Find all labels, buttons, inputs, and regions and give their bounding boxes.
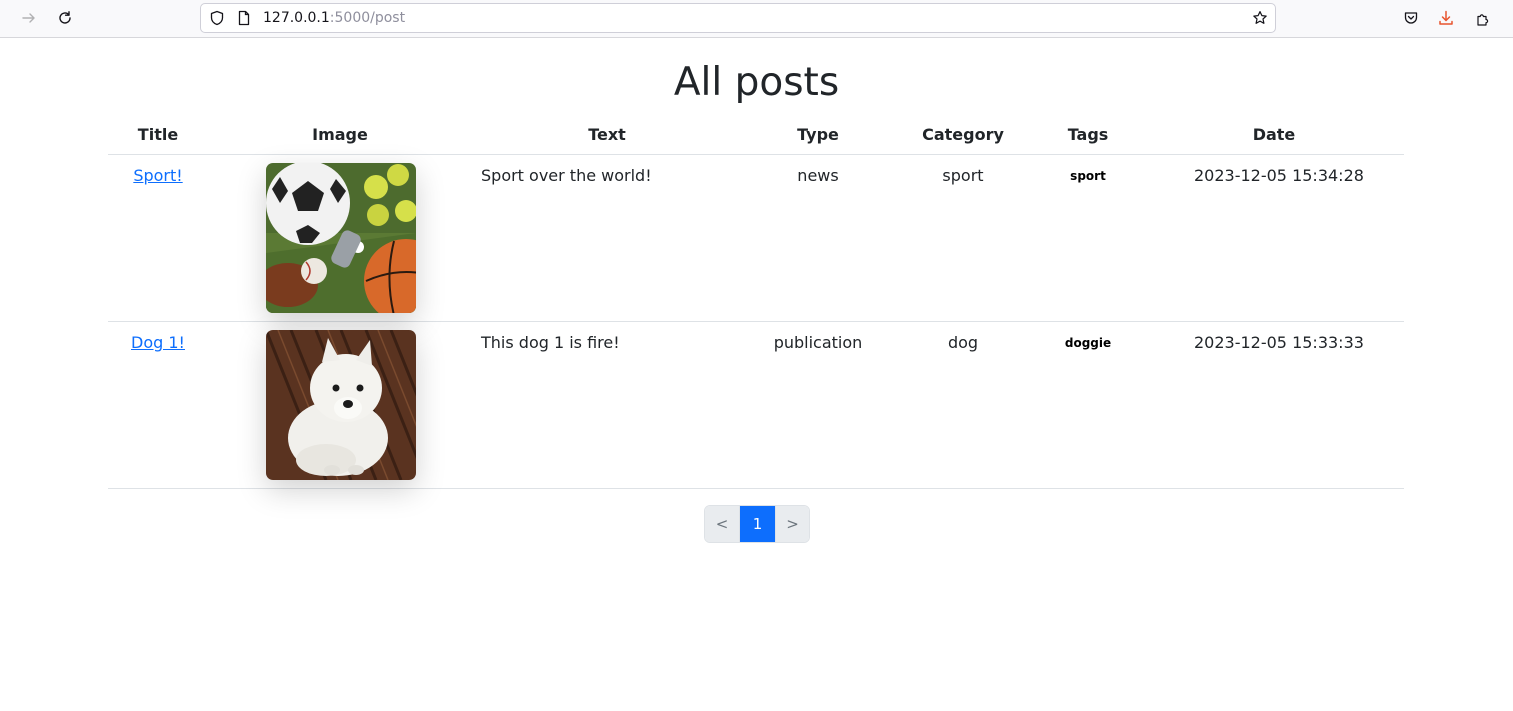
next-page-button[interactable]: > <box>775 506 809 542</box>
url-bar[interactable]: 127.0.0.1:5000/post <box>200 3 1276 33</box>
forward-arrow-icon[interactable] <box>16 5 42 31</box>
sports-balls-image <box>266 163 416 313</box>
url-host: 127.0.0.1 <box>263 10 330 26</box>
post-title-cell: Dog 1! <box>108 333 208 352</box>
post-date: 2023-12-05 15:33:33 <box>1194 333 1364 352</box>
shield-icon[interactable] <box>209 10 225 26</box>
post-date: 2023-12-05 15:34:28 <box>1194 166 1364 185</box>
pagination: < 1 > <box>704 505 810 543</box>
post-text: Sport over the world! <box>481 166 652 185</box>
header-image: Image <box>312 125 368 144</box>
header-tags: Tags <box>1067 125 1109 144</box>
extensions-icon[interactable] <box>1471 6 1495 30</box>
url-path: :5000/post <box>329 10 406 26</box>
post-category: sport <box>942 166 984 185</box>
download-icon[interactable] <box>1434 6 1458 30</box>
browser-toolbar: 127.0.0.1:5000/post <box>0 0 1513 38</box>
post-type: publication <box>773 333 863 352</box>
page-icon[interactable] <box>236 10 252 26</box>
header-title: Title <box>137 125 179 144</box>
pocket-icon[interactable] <box>1399 6 1423 30</box>
header-type: Type <box>797 125 839 144</box>
post-title-link[interactable]: Dog 1! <box>131 333 185 352</box>
post-title-cell: Sport! <box>108 166 208 185</box>
post-type: news <box>797 166 839 185</box>
post-text: This dog 1 is fire! <box>481 333 620 352</box>
table-header: Title Image Text Type Category Tags Date <box>108 118 1404 155</box>
page-title: All posts <box>673 60 840 105</box>
header-date: Date <box>1252 125 1296 144</box>
bookmark-star-icon[interactable] <box>1252 10 1268 26</box>
table-row: Dog 1! This dog 1 is fire! publication d… <box>108 322 1404 489</box>
post-tag: sport <box>1070 169 1106 183</box>
post-image-sports <box>266 163 416 313</box>
url-text[interactable]: 127.0.0.1:5000/post <box>263 10 405 27</box>
prev-page-button[interactable]: < <box>705 506 739 542</box>
header-category: Category <box>922 125 1004 144</box>
post-tag: doggie <box>1064 336 1112 350</box>
current-page-button[interactable]: 1 <box>739 506 775 542</box>
reload-icon[interactable] <box>52 5 78 31</box>
white-dog-image <box>266 330 416 480</box>
post-category: dog <box>947 333 979 352</box>
posts-table: Title Image Text Type Category Tags Date… <box>108 118 1404 489</box>
post-image-dog <box>266 330 416 480</box>
table-row: Sport! Sport over the world! news sport … <box>108 155 1404 322</box>
post-title-link[interactable]: Sport! <box>133 166 182 185</box>
header-text: Text <box>588 125 626 144</box>
